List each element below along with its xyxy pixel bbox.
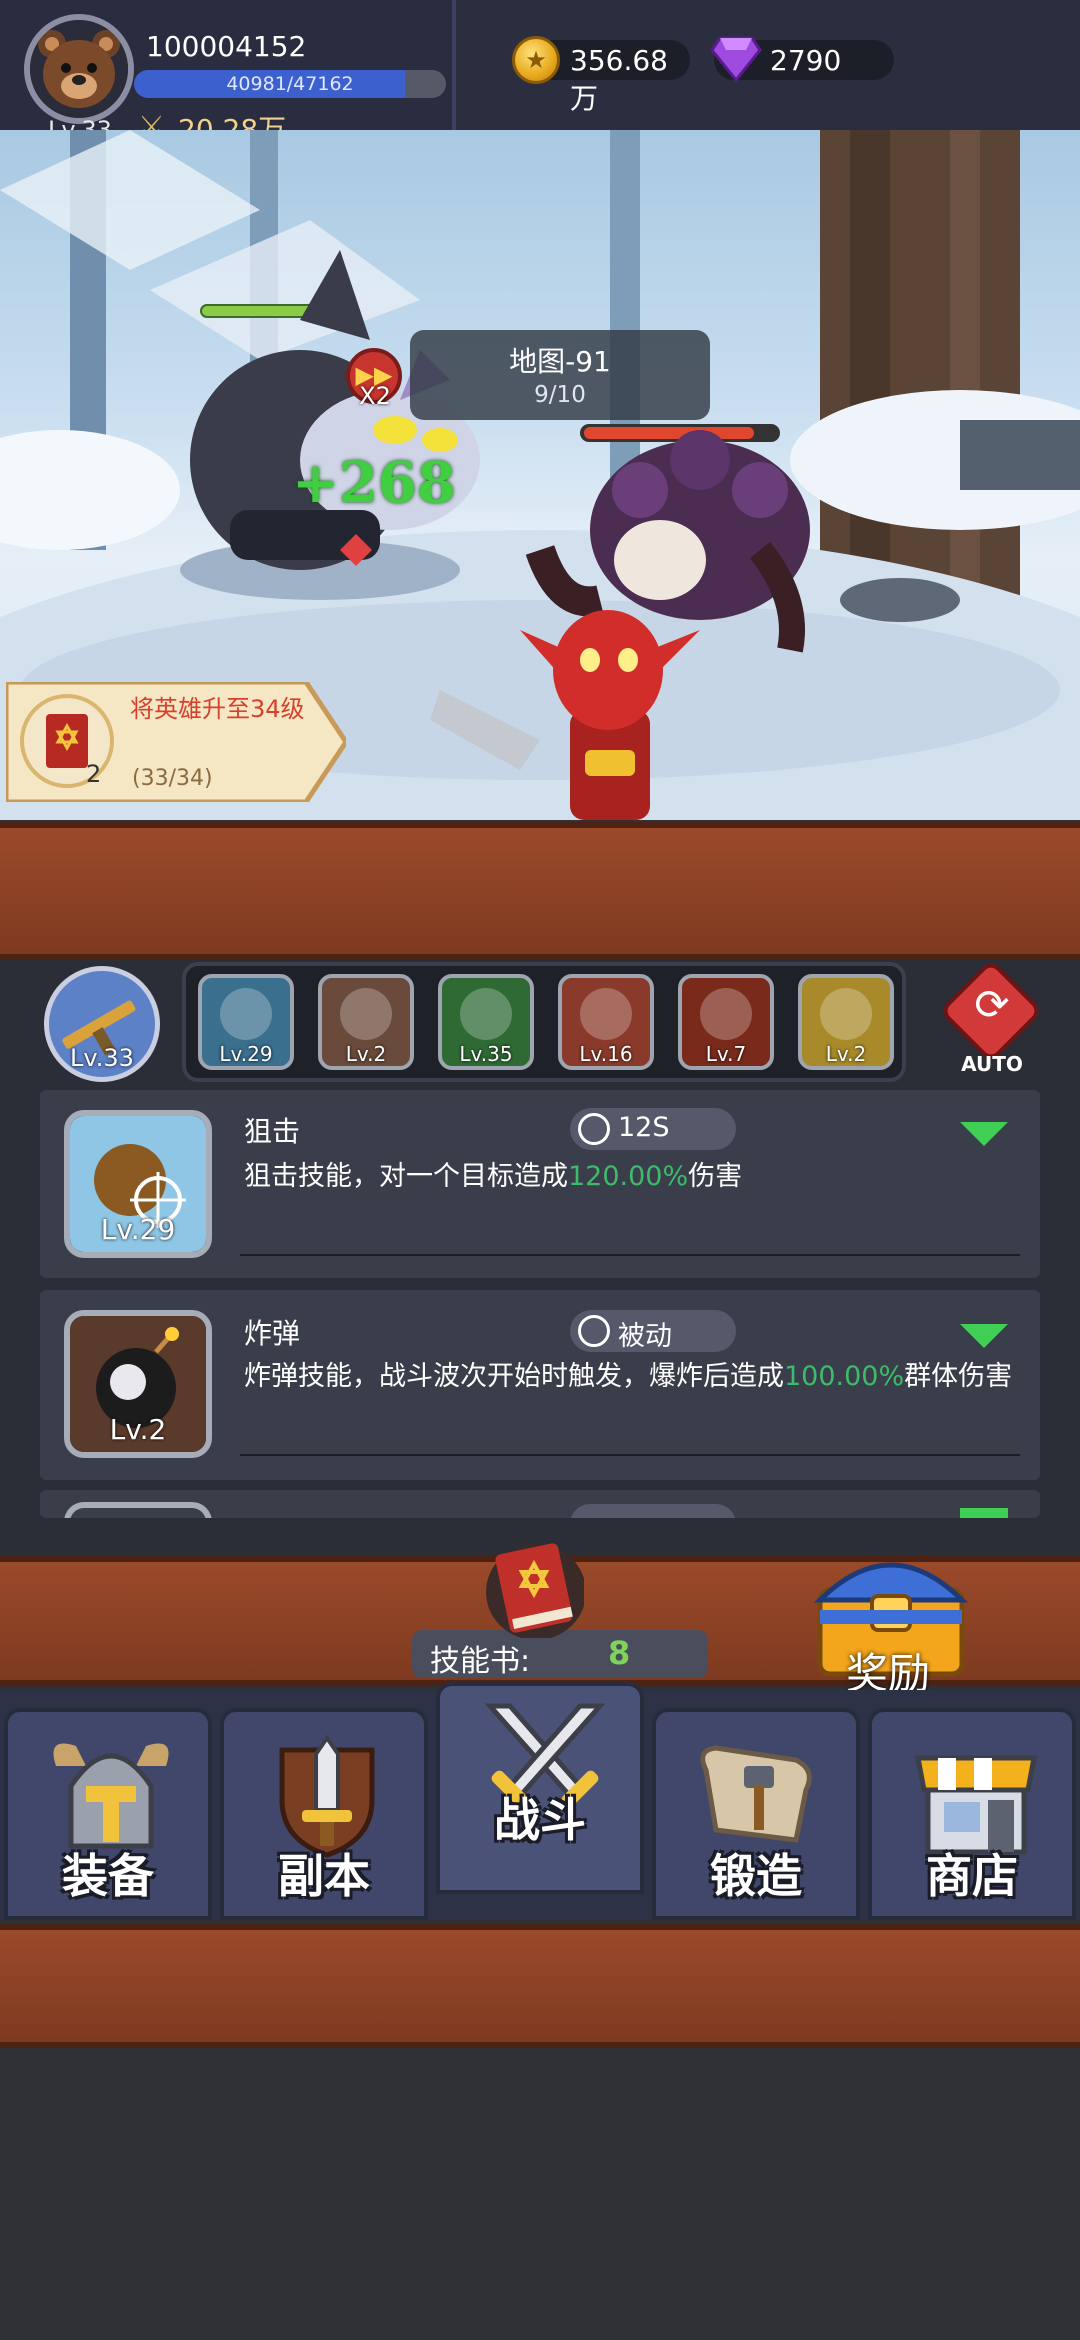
skill-description-text: 狙击技能，对一个目标造成 (244, 1161, 568, 1192)
diamond-icon (710, 36, 762, 82)
weapon-level: Lv.33 (70, 1044, 134, 1072)
rage-skill-icon (580, 988, 632, 1040)
avatar[interactable] (24, 14, 134, 124)
map-title: 地图-91 (509, 345, 611, 378)
skill-book-count: 8 (608, 1634, 631, 1672)
expand-arrow-icon[interactable] (960, 1122, 1008, 1146)
skill-slot[interactable]: Lv.2 (798, 974, 894, 1070)
skill-damage-value: 120.00% (568, 1161, 689, 1192)
skill-damage-value: 100.00% (784, 1361, 905, 1392)
cooldown-badge: 12S (570, 1108, 736, 1150)
skill-slot-level: Lv.2 (825, 1042, 867, 1066)
quest-progress: (33/34) (132, 766, 213, 791)
skill-card-partial[interactable] (40, 1490, 1040, 1518)
lightning-skill-icon (820, 988, 872, 1040)
skill-level: Lv.2 (109, 1413, 167, 1446)
cooldown-text: 被动 (618, 1321, 672, 1352)
skill-name: 狙击 (244, 1115, 301, 1148)
skill-description-suffix: 伤害 (688, 1161, 743, 1192)
expand-arrow-icon[interactable] (960, 1508, 1008, 1518)
gem-amount: 2790 (770, 44, 842, 77)
card-divider (240, 1454, 1020, 1456)
skill-slot-level: Lv.29 (219, 1042, 273, 1066)
skill-slot-level: Lv.2 (345, 1042, 387, 1066)
gold-counter[interactable]: ★ 356.68万 (512, 36, 690, 115)
nav-shop[interactable]: 商店 (868, 1708, 1076, 1920)
clock-icon (578, 1315, 610, 1347)
damage-popup: +268 (292, 450, 456, 516)
sniper-skill-icon: Lv.29 (64, 1110, 212, 1258)
bomb-skill-icon (340, 988, 392, 1040)
skill-card[interactable]: Lv.29 狙击 12S 狙击技能，对一个目标造成120.00%伤害 (40, 1090, 1040, 1278)
skill-icon-frame (64, 1502, 212, 1518)
nav-label: 锻造 (710, 1849, 802, 1903)
bomb-skill-icon: Lv.2 (64, 1310, 212, 1458)
gold-amount: 356.68万 (570, 44, 668, 115)
skill-card[interactable]: Lv.2 炸弹 被动 炸弹技能，战斗波次开始时触发，爆炸后造成100.00%群体… (40, 1290, 1040, 1480)
sniper-skill-icon (220, 988, 272, 1040)
nav-forge[interactable]: 锻造 (652, 1708, 860, 1920)
nav-equipment[interactable]: 装备 (4, 1708, 212, 1920)
refresh-icon: ⟳ (974, 980, 1010, 1029)
nav-label: 装备 (62, 1849, 154, 1903)
wave-progress: 9/10 (534, 382, 586, 408)
map-info-panel: 地图-91 9/10 (410, 330, 710, 420)
wood-divider-top (0, 822, 1080, 960)
card-divider (240, 1254, 1020, 1256)
skill-book-label: 技能书: (430, 1644, 531, 1679)
player-id: 100004152 (146, 30, 307, 63)
cooldown-badge (570, 1504, 736, 1518)
expand-arrow-icon[interactable] (960, 1324, 1008, 1348)
cooldown-text: 12S (618, 1112, 670, 1143)
skill-description: 狙击技能，对一个目标造成120.00%伤害 (244, 1160, 1014, 1194)
gem-counter[interactable]: 2790 (710, 36, 894, 82)
nav-label: 商店 (926, 1849, 1018, 1903)
auto-button[interactable]: ⟳ AUTO (938, 958, 1044, 1076)
auto-label: AUTO (961, 1052, 1023, 1076)
skill-description: 炸弹技能，战斗波次开始时触发，爆炸后造成100.00%群体伤害 (244, 1360, 1014, 1394)
wood-divider-bottom (0, 1924, 1080, 2048)
fireball-skill-icon (700, 988, 752, 1040)
skill-description-text: 炸弹技能，战斗波次开始时触发，爆炸后造成 (244, 1361, 784, 1392)
clock-icon (578, 1113, 610, 1145)
nav-label: 副本 (278, 1849, 370, 1903)
skill-name: 炸弹 (244, 1317, 301, 1350)
quest-title: 将英雄升至34级 (130, 695, 305, 723)
skill-description-suffix: 群体伤害 (904, 1361, 1013, 1392)
gold-coin-icon: ★ (512, 36, 560, 84)
quest-item-count: 2 (86, 760, 102, 788)
bear-avatar-icon (30, 20, 128, 118)
skill-slot[interactable]: Lv.16 (558, 974, 654, 1070)
nav-label: 战斗 (494, 1793, 586, 1847)
skill-slot[interactable]: Lv.29 (198, 974, 294, 1070)
xp-bar: 40981/47162 (134, 70, 446, 98)
nav-battle[interactable]: 战斗 (436, 1682, 644, 1894)
skill-slot[interactable]: Lv.35 (438, 974, 534, 1070)
skill-slot[interactable]: Lv.2 (318, 974, 414, 1070)
skill-book-icon[interactable] (484, 1528, 586, 1640)
skill-slot-level: Lv.7 (705, 1042, 747, 1066)
helmet-icon (53, 1743, 169, 1849)
skill-slot[interactable]: Lv.7 (678, 974, 774, 1070)
nav-dungeon[interactable]: 副本 (220, 1708, 428, 1920)
speed-label[interactable]: X2 (350, 382, 400, 410)
xp-text: 40981/47162 (226, 73, 354, 95)
skill-level: Lv.29 (100, 1213, 176, 1246)
skill-slot-level: Lv.16 (579, 1042, 633, 1066)
skill-slot-level: Lv.35 (459, 1042, 513, 1066)
cooldown-badge: 被动 (570, 1310, 736, 1352)
poison-skill-icon (460, 988, 512, 1040)
shop-icon (914, 1755, 1038, 1855)
